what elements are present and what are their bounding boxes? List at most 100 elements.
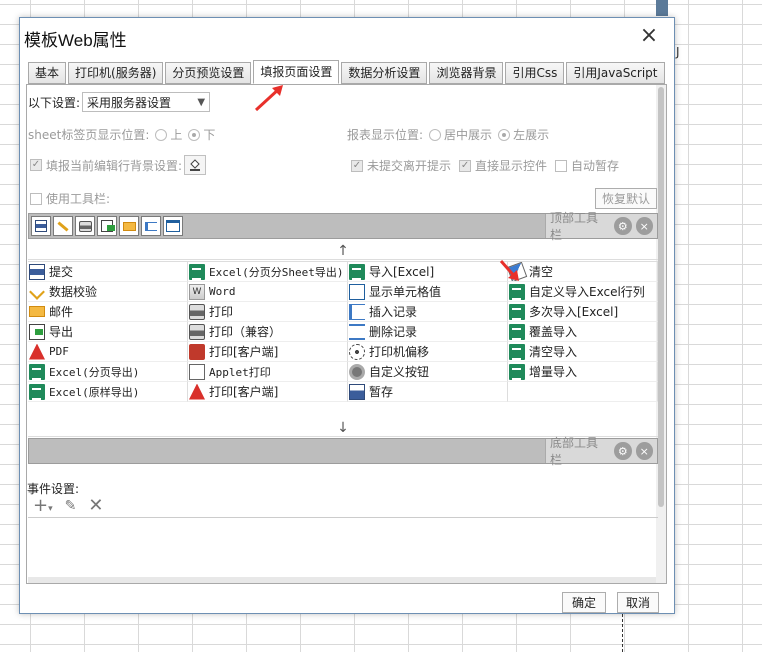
- btn-multi-import[interactable]: 多次导入[Excel]: [508, 302, 658, 322]
- page-break-line: [622, 614, 623, 652]
- btn-overwrite-import[interactable]: 覆盖导入: [508, 322, 658, 342]
- cancel-button[interactable]: 取消: [617, 592, 659, 613]
- btn-export[interactable]: 导出: [28, 322, 188, 342]
- report-center-label: 居中展示: [444, 128, 493, 142]
- paint-bucket-icon[interactable]: [184, 155, 207, 175]
- tab-css[interactable]: 引用Css: [505, 62, 565, 84]
- btn-print[interactable]: 打印: [188, 302, 348, 322]
- delete-icon[interactable]: ×: [635, 442, 653, 460]
- excel-icon: [509, 363, 525, 380]
- following-settings-value: 采用服务器设置: [87, 95, 172, 110]
- tab-browser-background[interactable]: 浏览器背景: [429, 62, 504, 84]
- sheet-top-radio[interactable]: [155, 128, 168, 141]
- top-toolbar-icons: [31, 216, 185, 236]
- bottom-toolbar-label: 底部工具栏: [550, 436, 599, 467]
- spreadsheet-right-area: [674, 0, 762, 652]
- edit-icon[interactable]: ✎: [65, 498, 77, 514]
- export-icon[interactable]: [97, 216, 117, 236]
- tab-page-preview[interactable]: 分页预览设置: [165, 62, 252, 84]
- tab-fill-page-settings[interactable]: 填报页面设置: [253, 60, 340, 84]
- btn-data-verify[interactable]: 数据校验: [28, 282, 188, 302]
- btn-excel-original-export[interactable]: Excel(原样导出): [28, 382, 188, 402]
- btn-excel-page-export[interactable]: Excel(分页导出): [28, 362, 188, 382]
- btn-print-compatible[interactable]: 打印（兼容）: [188, 322, 348, 342]
- btn-custom-import-excel[interactable]: 自定义导入Excel行列: [508, 282, 658, 302]
- restore-default-button[interactable]: 恢复默认: [595, 188, 657, 209]
- btn-clear-import[interactable]: 清空导入: [508, 342, 658, 362]
- top-toolbar-label: 顶部工具栏: [550, 211, 599, 242]
- toolbar-button-grid: 提交 Excel(分页分Sheet导出) 导入[Excel] 清空 数据校验 W…: [28, 261, 658, 402]
- temp-save-icon: [349, 383, 365, 400]
- unsubmitted-checkbox[interactable]: ✓: [351, 159, 363, 172]
- annotation-arrow-clear: [499, 260, 519, 281]
- pencil-icon: [29, 283, 45, 300]
- btn-import-excel[interactable]: 导入[Excel]: [348, 262, 508, 282]
- auto-save-checkbox[interactable]: [555, 159, 568, 172]
- tab-data-analysis[interactable]: 数据分析设置: [341, 62, 428, 84]
- printer-icon[interactable]: [75, 216, 95, 236]
- close-icon[interactable]: ×: [638, 25, 660, 47]
- report-left-radio[interactable]: [498, 128, 511, 141]
- btn-printer-offset[interactable]: 打印机偏移: [348, 342, 508, 362]
- sheet-position-label: sheet标签页显示位置:: [28, 128, 150, 142]
- btn-clear[interactable]: 清空: [508, 262, 658, 282]
- btn-show-cell-value[interactable]: 显示单元格值: [348, 282, 508, 302]
- excel-icon: [349, 263, 365, 280]
- btn-excel-sheet-export[interactable]: Excel(分页分Sheet导出): [188, 262, 348, 282]
- insert-row-icon[interactable]: [141, 216, 161, 236]
- move-up-arrow[interactable]: ↑: [28, 242, 658, 260]
- export-icon: [29, 323, 45, 340]
- btn-temp-save[interactable]: 暂存: [348, 382, 508, 402]
- sheet-bottom-radio[interactable]: [188, 128, 201, 141]
- btn-custom-button[interactable]: 自定义按钮: [348, 362, 508, 382]
- save-icon[interactable]: [31, 216, 51, 236]
- btn-mail[interactable]: 邮件: [28, 302, 188, 322]
- column-letter: J: [676, 45, 680, 59]
- use-toolbar-checkbox[interactable]: [30, 192, 42, 205]
- mail-icon: [29, 306, 45, 317]
- remove-icon[interactable]: ✕: [88, 495, 103, 516]
- pencil-icon[interactable]: [53, 216, 73, 236]
- following-settings-label: 以下设置:: [28, 95, 81, 110]
- applet-icon: [189, 363, 205, 380]
- excel-icon: [189, 263, 205, 280]
- btn-print-client[interactable]: 打印[客户端]: [188, 342, 348, 362]
- pdf-icon: [189, 383, 205, 400]
- report-center-radio[interactable]: [429, 128, 442, 141]
- ok-button[interactable]: 确定: [562, 592, 606, 613]
- tab-basic[interactable]: 基本: [28, 62, 67, 84]
- top-toolbar-label-box: 顶部工具栏 ⚙ ×: [545, 211, 657, 242]
- mail-icon[interactable]: [119, 216, 139, 236]
- btn-print-client-pdf[interactable]: 打印[客户端]: [188, 382, 348, 402]
- delete-icon[interactable]: ×: [635, 217, 653, 235]
- scrollbar-thumb[interactable]: [658, 87, 664, 507]
- fill-background-label: 填报当前编辑行背景设置:: [46, 158, 183, 173]
- excel-icon: [509, 323, 525, 340]
- tab-javascript[interactable]: 引用JavaScript: [566, 62, 665, 84]
- bottom-toolbar-label-box: 底部工具栏 ⚙ ×: [545, 436, 657, 467]
- horizontal-scrollbar[interactable]: [28, 577, 656, 583]
- unsubmitted-label: 未提交离开提示: [367, 159, 452, 173]
- fill-page-settings-panel: 以下设置: 采用服务器设置 ▼ sheet标签页显示位置: 上 下 报表显示位置…: [26, 84, 667, 584]
- btn-submit[interactable]: 提交: [28, 262, 188, 282]
- annotation-arrow-tab: [254, 85, 283, 112]
- printer-icon: [189, 303, 205, 320]
- btn-pdf[interactable]: PDF: [28, 342, 188, 362]
- btn-insert-record[interactable]: 插入记录: [348, 302, 508, 322]
- tab-printer-server[interactable]: 打印机(服务器): [68, 62, 164, 84]
- sheet-position-row: sheet标签页显示位置: 上 下: [28, 126, 215, 143]
- blank-icon[interactable]: [163, 216, 183, 236]
- following-settings-select[interactable]: 采用服务器设置 ▼: [82, 92, 211, 112]
- fill-background-checkbox[interactable]: ✓: [30, 159, 42, 171]
- btn-incremental-import[interactable]: 增量导入: [508, 362, 658, 382]
- settings-icon[interactable]: ⚙: [614, 217, 632, 235]
- add-icon[interactable]: +▾: [33, 495, 53, 516]
- btn-applet-print[interactable]: Applet打印: [188, 362, 348, 382]
- use-toolbar-row: 使用工具栏:: [30, 190, 110, 207]
- excel-icon: [509, 343, 525, 360]
- web-properties-dialog: 模板Web属性 × 基本 打印机(服务器) 分页预览设置 填报页面设置 数据分析…: [19, 17, 675, 614]
- btn-word[interactable]: W Word: [188, 282, 348, 302]
- settings-icon[interactable]: ⚙: [614, 442, 632, 460]
- btn-delete-record[interactable]: 删除记录: [348, 322, 508, 342]
- direct-show-checkbox[interactable]: ✓: [459, 159, 472, 172]
